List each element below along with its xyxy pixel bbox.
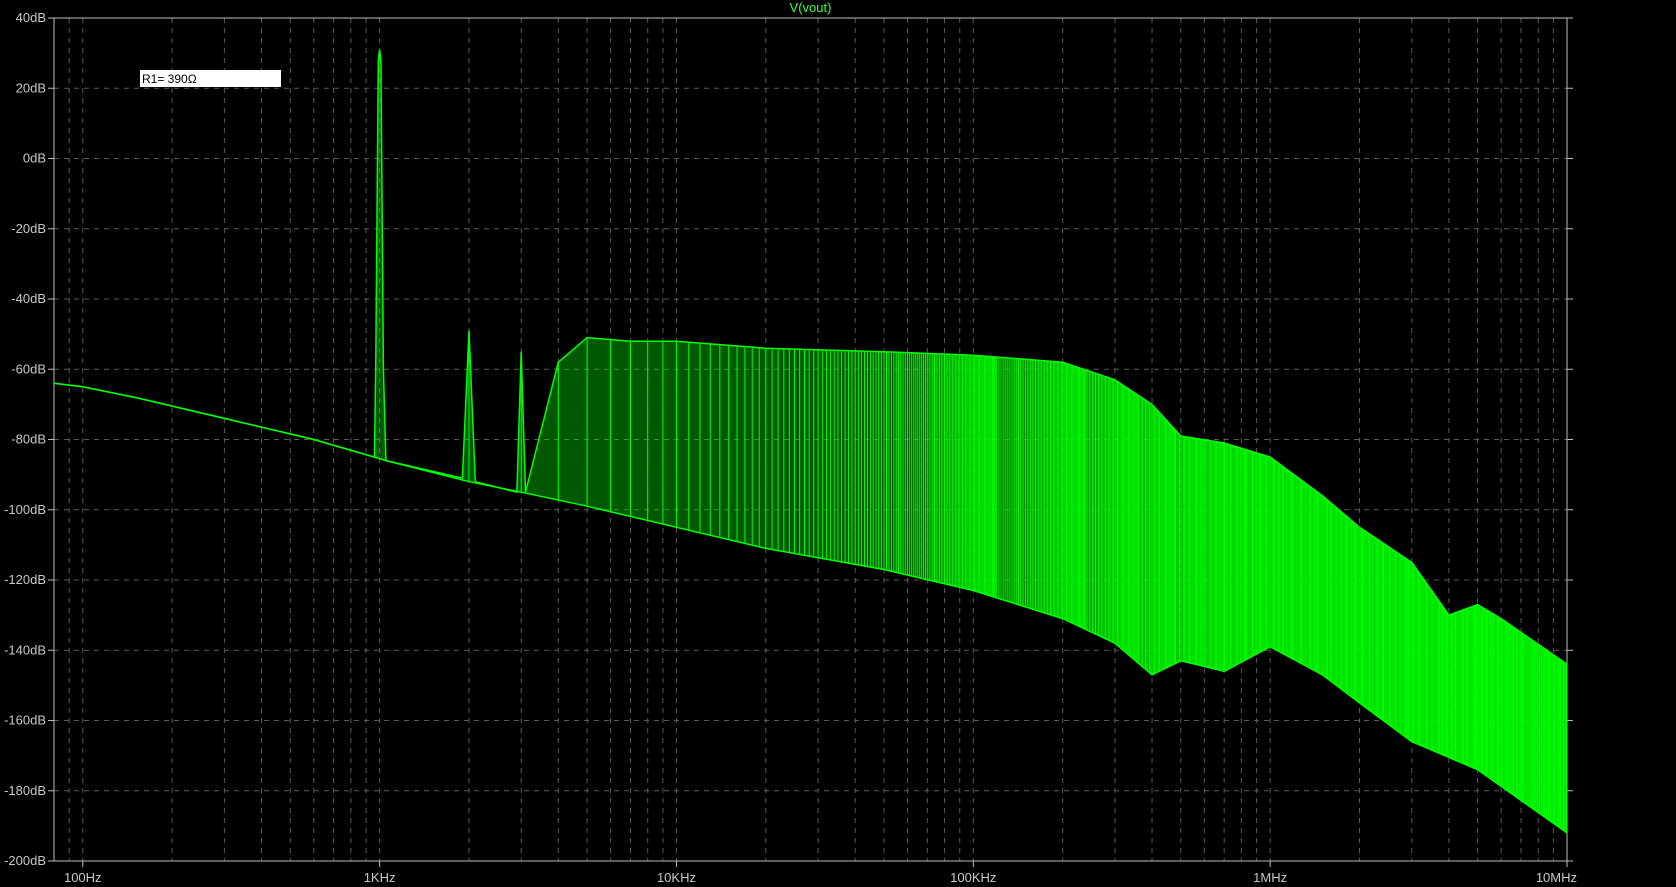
x-tick-label: 1KHz: [364, 870, 396, 885]
x-tick-label: 1MHz: [1253, 870, 1287, 885]
parameter-annotation: R1= 390Ω: [140, 70, 281, 87]
plot-area: 40dB 20dB 0dB -20dB -40dB -60dB -80dB -100dB -12…: [4, 0, 1577, 885]
series-fill: [54, 49, 1567, 833]
y-tick-label: -80dB: [11, 432, 46, 447]
y-tick-label: -160dB: [4, 713, 46, 728]
x-tick-label: 100Hz: [64, 870, 102, 885]
chart-title: V(vout): [790, 0, 832, 15]
x-tick-label: 100KHz: [950, 870, 996, 885]
y-tick-label: 20dB: [16, 80, 46, 95]
y-tick-label: -200dB: [4, 853, 46, 868]
y-tick-label: -100dB: [4, 502, 46, 517]
y-tick-label: -60dB: [11, 361, 46, 376]
y-tick-label: 0dB: [23, 151, 46, 166]
annotation-label: R1= 390Ω: [142, 72, 197, 86]
y-tick-label: -20dB: [11, 221, 46, 236]
series-vout: [53, 49, 1568, 834]
x-tick-label: 10MHz: [1536, 870, 1577, 885]
y-tick-label: -180dB: [4, 783, 46, 798]
y-tick-label: -40dB: [11, 291, 46, 306]
x-tick-label: 10KHz: [657, 870, 696, 885]
y-tick-label: -140dB: [4, 642, 46, 657]
y-tick-label: -120dB: [4, 572, 46, 587]
y-tick-label: 40dB: [16, 10, 46, 25]
